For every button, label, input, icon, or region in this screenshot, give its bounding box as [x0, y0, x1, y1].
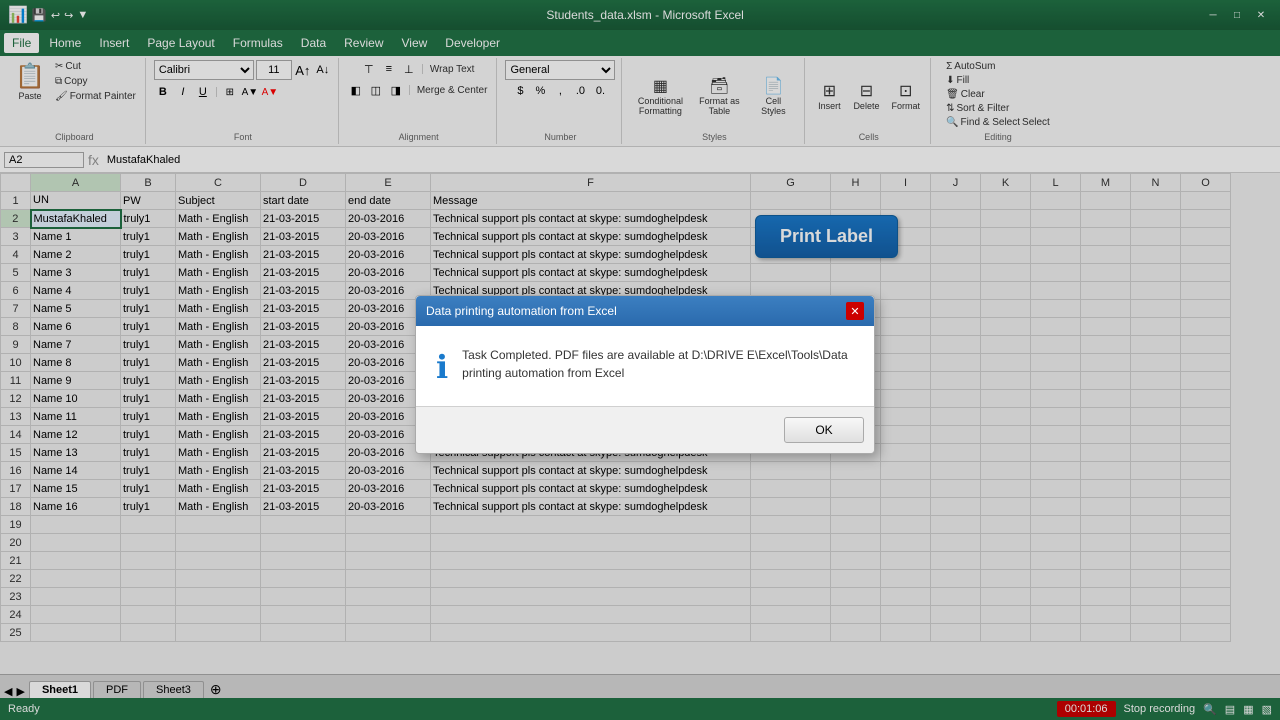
- dialog-titlebar: Data printing automation from Excel ✕: [416, 296, 874, 326]
- dialog-footer: OK: [416, 406, 874, 453]
- dialog: Data printing automation from Excel ✕ ℹ …: [415, 295, 875, 454]
- dialog-message: Task Completed. PDF files are available …: [462, 346, 854, 382]
- dialog-body: ℹ Task Completed. PDF files are availabl…: [416, 326, 874, 406]
- dialog-close-button[interactable]: ✕: [846, 302, 864, 320]
- dialog-title: Data printing automation from Excel: [426, 304, 617, 318]
- ok-button[interactable]: OK: [784, 417, 864, 443]
- dialog-info-icon: ℹ: [436, 348, 448, 386]
- dialog-overlay: Data printing automation from Excel ✕ ℹ …: [0, 0, 1280, 720]
